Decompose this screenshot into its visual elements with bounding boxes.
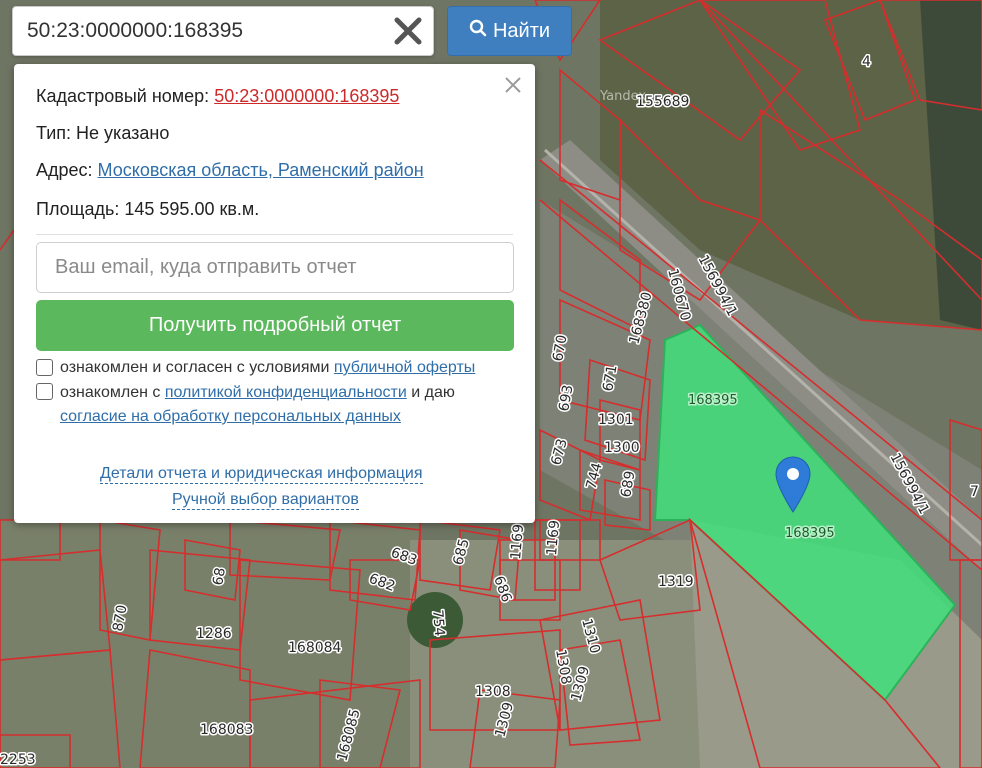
parcel-label-selected: 168395 bbox=[785, 526, 835, 541]
cadastral-number-link[interactable]: 50:23:0000000:168395 bbox=[214, 86, 399, 106]
type-label: Тип: bbox=[36, 123, 72, 143]
manual-selection-link[interactable]: Ручной выбор вариантов bbox=[172, 490, 359, 510]
public-offer-link[interactable]: публичной оферты bbox=[334, 359, 475, 376]
personal-data-consent-link[interactable]: согласие на обработку персональных данны… bbox=[60, 408, 401, 425]
parcel-label: 754 bbox=[429, 609, 447, 637]
privacy-consent-checkbox[interactable] bbox=[36, 383, 53, 400]
divider bbox=[36, 234, 513, 235]
privacy-consent-text: ознакомлен с политикой конфиденциальност… bbox=[60, 384, 455, 402]
close-icon[interactable] bbox=[502, 74, 524, 96]
parcel-label: 1286 bbox=[196, 626, 232, 642]
parcel-label: 1169 bbox=[544, 519, 563, 556]
address-link[interactable]: Московская область, Раменский район bbox=[98, 160, 424, 180]
address-row: Адрес: Московская область, Раменский рай… bbox=[36, 160, 424, 181]
search-box bbox=[12, 6, 434, 56]
parcel-label: 1301 bbox=[598, 412, 634, 428]
area-label: Площадь: bbox=[36, 199, 120, 219]
parcel-label: 68 bbox=[210, 566, 229, 586]
type-value: Не указано bbox=[76, 123, 170, 143]
privacy-consent-text-line2: согласие на обработку персональных данны… bbox=[60, 408, 401, 426]
search-icon bbox=[469, 19, 487, 43]
area-row: Площадь: 145 595.00 кв.м. bbox=[36, 199, 259, 220]
area-value: 145 595.00 кв.м. bbox=[124, 199, 260, 219]
cadastral-row: Кадастровый номер: 50:23:0000000:168395 bbox=[36, 86, 399, 107]
offer-consent-text: ознакомлен и согласен с условиями публич… bbox=[60, 359, 475, 377]
parcel-label: 1308 bbox=[475, 684, 511, 700]
cadastral-search-input[interactable] bbox=[13, 7, 383, 55]
map-watermark: Yandex bbox=[599, 89, 646, 104]
offer-consent-checkbox[interactable] bbox=[36, 359, 53, 376]
parcel-label: 1169 bbox=[508, 523, 527, 560]
parcel-label: 4 bbox=[862, 54, 871, 70]
search-button-label: Найти bbox=[492, 19, 551, 42]
parcel-label: 168084 bbox=[288, 640, 342, 656]
email-field[interactable] bbox=[36, 242, 514, 293]
consent-text: ознакомлен с bbox=[60, 384, 161, 401]
parcel-label-selected: 168395 bbox=[688, 393, 738, 408]
consent-text: ознакомлен и согласен с условиями bbox=[60, 359, 330, 376]
consent-text: и даю bbox=[411, 384, 455, 401]
parcel-label: 1300 bbox=[604, 440, 640, 456]
get-report-button[interactable]: Получить подробный отчет bbox=[36, 300, 514, 351]
parcel-info-popup: Кадастровый номер: 50:23:0000000:168395 … bbox=[14, 64, 535, 523]
privacy-policy-link[interactable]: политикой конфиденциальности bbox=[165, 384, 407, 401]
close-icon[interactable] bbox=[393, 16, 423, 46]
cadastral-label: Кадастровый номер: bbox=[36, 86, 210, 106]
search-button[interactable]: Найти bbox=[447, 6, 572, 56]
parcel-label: 7 bbox=[970, 484, 979, 500]
report-details-link[interactable]: Детали отчета и юридическая информация bbox=[100, 464, 423, 484]
parcel-label: 2253 bbox=[0, 752, 36, 768]
parcel-label: 168083 bbox=[200, 722, 253, 738]
parcel-label: 1319 bbox=[658, 574, 694, 590]
address-label: Адрес: bbox=[36, 160, 93, 180]
type-row: Тип: Не указано bbox=[36, 123, 169, 144]
